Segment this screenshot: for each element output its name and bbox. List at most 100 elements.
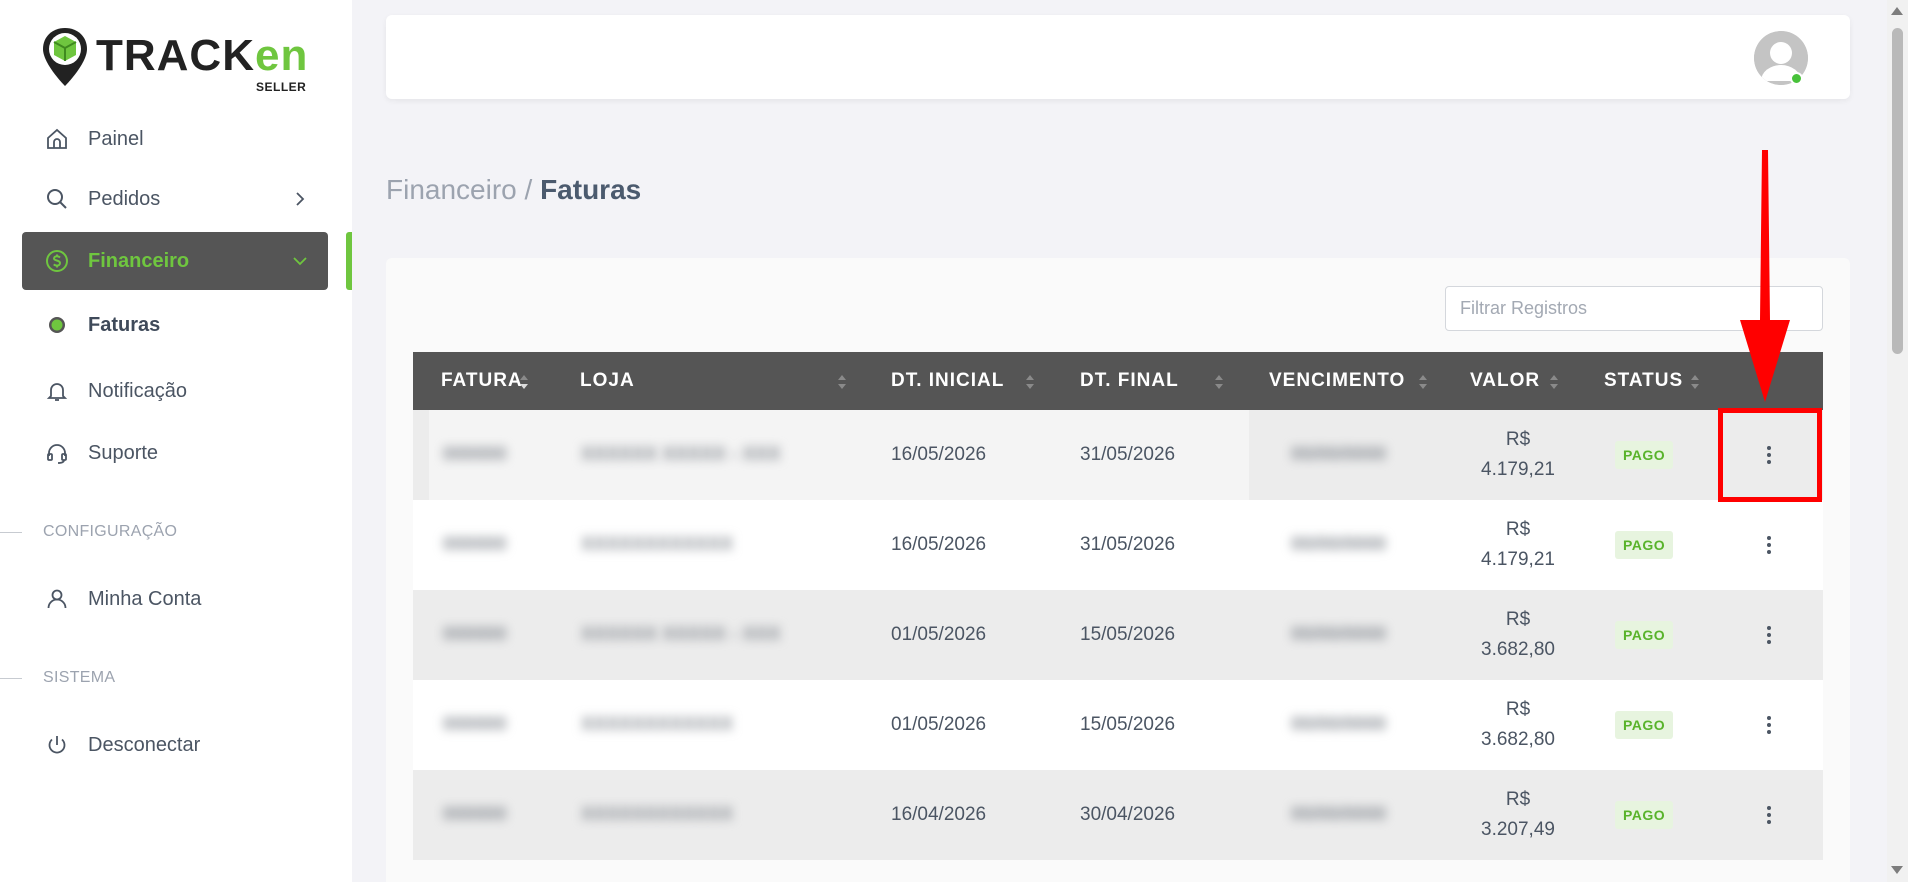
col-dt-inicial[interactable]: DT. INICIAL (891, 352, 1004, 410)
col-status[interactable]: STATUS (1604, 352, 1683, 410)
cell-status: PAGO (1615, 500, 1674, 590)
sidebar-item-faturas[interactable]: Faturas (22, 296, 328, 354)
cell-loja: XXXXXXXXXXXX (581, 804, 734, 825)
cell-status: PAGO (1615, 410, 1674, 500)
cell-dt-inicial: 16/05/2026 (891, 444, 987, 465)
col-loja[interactable]: LOJA (580, 352, 635, 410)
cell-dt-final: 31/05/2026 (1080, 534, 1176, 555)
cell-fatura: 000000 (443, 444, 507, 465)
more-vertical-icon (1767, 806, 1771, 824)
sidebar-item-financeiro[interactable]: Financeiro (22, 232, 328, 290)
sidebar-item-label: Pedidos (88, 187, 161, 210)
sidebar-item-pedidos[interactable]: Pedidos (22, 170, 328, 228)
cell-valor: R$ 3.682,80 (1481, 699, 1555, 750)
row-actions-button[interactable] (1757, 530, 1781, 560)
power-icon (44, 732, 70, 758)
sidebar-item-painel[interactable]: Painel (22, 110, 328, 168)
row-actions-button[interactable] (1757, 620, 1781, 650)
table-row[interactable]: 000000 XXXXXXXXXXXX 16/04/2026 30/04/202… (413, 770, 1823, 860)
section-label-configuracao: CONFIGURAÇÃO (0, 522, 177, 542)
home-icon (44, 126, 70, 152)
cell-fatura: 000000 (443, 534, 507, 555)
table-row[interactable]: 000000 XXXXXXXXXXXX 01/05/2026 15/05/202… (413, 680, 1823, 770)
sidebar-item-suporte[interactable]: Suporte (22, 424, 328, 482)
sidebar-item-label: Desconectar (88, 733, 201, 756)
sidebar: TRACKen SELLER Painel Pedidos Financeiro (0, 0, 352, 882)
cell-loja: XXXXXX XXXXX - XXX (581, 444, 781, 465)
cell-dt-inicial: 16/05/2026 (891, 534, 987, 555)
cell-valor: R$ 3.682,80 (1481, 609, 1555, 660)
col-dt-final[interactable]: DT. FINAL (1080, 352, 1179, 410)
more-vertical-icon (1767, 716, 1771, 734)
cell-dt-inicial: 16/04/2026 (891, 804, 987, 825)
invoices-table: FATURA LOJA DT. INICIAL DT. FINAL VENCIM… (413, 352, 1823, 860)
sidebar-item-label: Financeiro (88, 249, 190, 272)
table-row[interactable]: 000000 XXXXXX XXXXX - XXX 16/05/2026 31/… (413, 410, 1823, 500)
scroll-down-arrow-icon[interactable] (1891, 866, 1903, 874)
cell-loja: XXXXXXXXXXXX (581, 534, 734, 555)
bell-icon (44, 378, 70, 404)
more-vertical-icon (1767, 536, 1771, 554)
sidebar-item-desconectar[interactable]: Desconectar (22, 716, 328, 774)
scroll-up-arrow-icon[interactable] (1891, 7, 1903, 15)
row-actions-button[interactable] (1757, 710, 1781, 740)
status-badge: PAGO (1615, 711, 1674, 739)
active-indicator (346, 232, 352, 290)
section-label-sistema: SISTEMA (0, 668, 115, 688)
col-fatura[interactable]: FATURA (441, 352, 523, 410)
sort-icon (520, 375, 528, 389)
brand-logo[interactable]: TRACKen SELLER (40, 26, 309, 94)
scrollbar-thumb[interactable] (1892, 28, 1903, 354)
col-valor[interactable]: VALOR (1470, 352, 1540, 410)
sort-icon (1419, 375, 1427, 389)
cell-loja: XXXXXX XXXXX - XXX (581, 624, 781, 645)
cell-status: PAGO (1615, 590, 1674, 680)
sidebar-item-label: Minha Conta (88, 587, 202, 610)
cell-vencimento: 00/00/0000 (1291, 444, 1387, 465)
cell-status: PAGO (1615, 680, 1674, 770)
cell-vencimento: 00/00/0000 (1291, 534, 1387, 555)
row-actions-button[interactable] (1757, 800, 1781, 830)
status-badge: PAGO (1615, 441, 1674, 469)
table-row[interactable]: 000000 XXXXXXXXXXXX 16/05/2026 31/05/202… (413, 500, 1823, 590)
cell-dt-final: 31/05/2026 (1080, 444, 1176, 465)
cell-status: PAGO (1615, 770, 1674, 860)
breadcrumb-separator: / (524, 174, 533, 205)
cell-dt-inicial: 01/05/2026 (891, 624, 987, 645)
headset-icon (44, 440, 70, 466)
status-badge: PAGO (1615, 621, 1674, 649)
sort-icon (838, 375, 846, 389)
cell-vencimento: 00/00/0000 (1291, 624, 1387, 645)
sort-icon (1691, 375, 1699, 389)
dot-icon (44, 312, 70, 338)
page-title: Faturas (540, 174, 642, 205)
annotation-arrow-icon (1740, 150, 1790, 402)
table-row[interactable]: 000000 XXXXXX XXXXX - XXX 01/05/2026 15/… (413, 590, 1823, 680)
sort-icon (1550, 375, 1558, 389)
brand-name-accent: en (254, 31, 309, 80)
cell-dt-final: 15/05/2026 (1080, 624, 1176, 645)
sidebar-item-label: Notificação (88, 379, 187, 402)
cell-vencimento: 00/00/0000 (1291, 804, 1387, 825)
cell-vencimento: 00/00/0000 (1291, 714, 1387, 735)
cell-dt-final: 30/04/2026 (1080, 804, 1176, 825)
sidebar-item-label: Faturas (88, 313, 161, 336)
location-pin-icon (43, 28, 87, 86)
brand-name-main: TRACK (96, 31, 255, 80)
col-vencimento[interactable]: VENCIMENTO (1269, 352, 1405, 410)
sidebar-item-minha-conta[interactable]: Minha Conta (22, 570, 328, 628)
breadcrumb: Financeiro / Faturas (386, 174, 641, 206)
sidebar-item-notificacao[interactable]: Notificação (22, 362, 328, 420)
cell-fatura: 000000 (443, 624, 507, 645)
cell-loja: XXXXXXXXXXXX (581, 714, 734, 735)
annotation-highlight-box (1718, 408, 1822, 502)
cell-dt-inicial: 01/05/2026 (891, 714, 987, 735)
sort-icon (1026, 375, 1034, 389)
cell-fatura: 000000 (443, 714, 507, 735)
brand-sub: SELLER (256, 80, 307, 94)
sort-icon (1215, 375, 1223, 389)
status-badge: PAGO (1615, 531, 1674, 559)
cell-valor: R$ 3.207,49 (1481, 789, 1555, 840)
status-badge: PAGO (1615, 801, 1674, 829)
breadcrumb-parent[interactable]: Financeiro (386, 174, 517, 205)
